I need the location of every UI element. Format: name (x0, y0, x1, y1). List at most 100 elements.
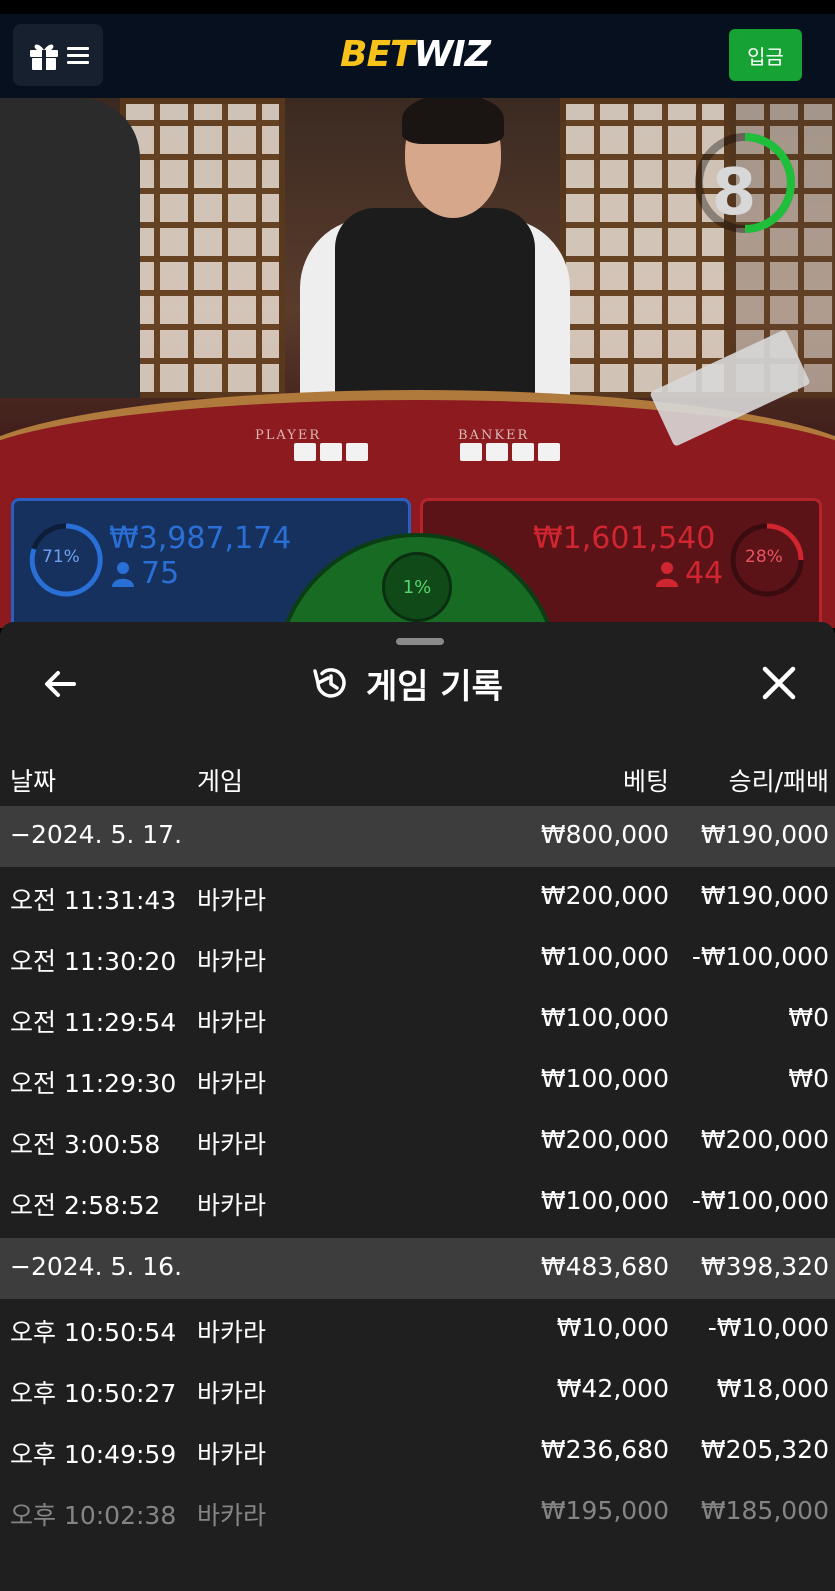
card (538, 443, 560, 461)
time-cell: 오전 11:31:43 (10, 886, 177, 915)
lattice-screen-left (120, 98, 285, 398)
date-group-row[interactable]: −2024. 5. 17. ₩800,000 ₩190,000 (0, 806, 835, 867)
deposit-button[interactable]: 입금 (729, 29, 802, 81)
time-cell: 오전 11:29:30 (10, 1069, 177, 1098)
bet-cell: ₩10,000 (556, 1313, 669, 1342)
bet-cell: ₩100,000 (540, 1064, 669, 1093)
game-cell: 바카라 (197, 1318, 267, 1347)
dealer-vest (335, 208, 535, 418)
game-cell: 바카라 (197, 947, 267, 976)
result-cell: -₩100,000 (691, 942, 829, 971)
history-row[interactable]: 오후 10:50:27 바카라 ₩42,000 ₩18,000 (0, 1360, 835, 1421)
time-cell: 오후 10:50:27 (10, 1379, 177, 1408)
history-row[interactable]: 오전 11:30:20 바카라 ₩100,000 -₩100,000 (0, 928, 835, 989)
user-icon (656, 561, 678, 587)
player-bettor-count: 75 (141, 556, 180, 591)
column-header-game: 게임 (197, 767, 244, 796)
history-row[interactable]: 오후 10:02:38 바카라 ₩195,000 ₩185,000 (0, 1482, 835, 1543)
gift-icon (27, 38, 61, 72)
game-cell: 바카라 (197, 886, 267, 915)
menu-button[interactable] (13, 24, 103, 86)
player-bet-amount: ₩3,987,174 (109, 521, 292, 556)
dealer-hair (402, 98, 504, 144)
player-bettor-count-wrap: 75 (111, 556, 179, 591)
side-person (0, 98, 140, 398)
result-cell: ₩398,320 (700, 1252, 829, 1281)
result-cell: ₩185,000 (700, 1496, 829, 1525)
bet-cell: ₩100,000 (540, 1186, 669, 1215)
time-cell: 오전 3:00:58 (10, 1130, 161, 1159)
history-row[interactable]: 오후 10:50:54 바카라 ₩10,000 -₩10,000 (0, 1299, 835, 1360)
time-cell: 오후 10:02:38 (10, 1501, 177, 1530)
history-row[interactable]: 오전 11:29:54 바카라 ₩100,000 ₩0 (0, 989, 835, 1050)
result-cell: ₩0 (788, 1064, 829, 1093)
history-list: −2024. 5. 17. ₩800,000 ₩190,000 오전 11:31:43… (0, 806, 835, 1543)
date-group-row[interactable]: −2024. 5. 16. ₩483,680 ₩398,320 (0, 1238, 835, 1299)
game-cell: 바카라 (197, 1379, 267, 1408)
sheet-drag-handle[interactable] (396, 638, 444, 645)
bet-cell: ₩42,000 (556, 1374, 669, 1403)
bet-cell: ₩483,680 (540, 1252, 669, 1281)
bet-cell: ₩800,000 (540, 820, 669, 849)
history-row[interactable]: 오전 2:58:52 바카라 ₩100,000 -₩100,000 (0, 1172, 835, 1233)
player-percent: 71% (42, 547, 80, 567)
history-row[interactable]: 오전 3:00:58 바카라 ₩200,000 ₩200,000 (0, 1111, 835, 1172)
bet-cell: ₩200,000 (540, 1125, 669, 1154)
column-header-result: 승리/패배 (728, 767, 829, 796)
banker-bettor-count: 44 (685, 556, 724, 591)
bet-cell: ₩236,680 (540, 1435, 669, 1464)
back-arrow-icon[interactable] (40, 664, 80, 704)
banker-percent: 28% (745, 547, 783, 567)
status-bar (0, 0, 835, 14)
time-cell: 오전 11:30:20 (10, 947, 177, 976)
bet-cell: ₩100,000 (540, 1003, 669, 1032)
card (346, 443, 368, 461)
result-cell: ₩190,000 (700, 881, 829, 910)
user-icon (112, 561, 134, 587)
game-cell: 바카라 (197, 1440, 267, 1469)
date-label: −2024. 5. 16. (10, 1252, 183, 1281)
history-row[interactable]: 오전 11:29:30 바카라 ₩100,000 ₩0 (0, 1050, 835, 1111)
bet-cell: ₩195,000 (540, 1496, 669, 1525)
bet-cell: ₩100,000 (540, 942, 669, 971)
bet-cell: ₩200,000 (540, 881, 669, 910)
card (512, 443, 534, 461)
result-cell: -₩100,000 (691, 1186, 829, 1215)
card (486, 443, 508, 461)
history-row[interactable]: 오전 11:31:43 바카라 ₩200,000 ₩190,000 (0, 867, 835, 928)
close-icon[interactable] (760, 664, 798, 702)
result-cell: ₩205,320 (700, 1435, 829, 1464)
top-bar: BETWIZ 입금 (0, 14, 835, 98)
result-cell: ₩190,000 (700, 820, 829, 849)
game-cell: 바카라 (197, 1191, 267, 1220)
card (294, 443, 316, 461)
sheet-header: 게임 기록 (310, 658, 503, 708)
game-cell: 바카라 (197, 1069, 267, 1098)
page-title: 게임 기록 (366, 666, 503, 707)
game-cell: 바카라 (197, 1501, 267, 1530)
result-cell: ₩18,000 (716, 1374, 829, 1403)
history-row[interactable]: 오후 10:49:59 바카라 ₩236,680 ₩205,320 (0, 1421, 835, 1482)
time-cell: 오후 10:50:54 (10, 1318, 177, 1347)
column-header-date: 날짜 (10, 767, 57, 796)
card (320, 443, 342, 461)
banker-felt-label: BANKER (458, 428, 530, 443)
card (460, 443, 482, 461)
tie-percent: 1% (382, 552, 452, 622)
banker-bet-amount: ₩1,601,540 (533, 521, 716, 556)
history-icon (313, 668, 346, 698)
time-cell: 오전 2:58:52 (10, 1191, 161, 1220)
column-header-bet: 베팅 (622, 767, 669, 796)
game-cell: 바카라 (197, 1008, 267, 1037)
time-cell: 오후 10:49:59 (10, 1440, 177, 1469)
countdown-number: 8 (711, 156, 757, 230)
result-cell: ₩0 (788, 1003, 829, 1032)
result-cell: -₩10,000 (707, 1313, 829, 1342)
banker-bettor-count-wrap: 44 (655, 556, 723, 591)
player-felt-label: PLAYER (255, 428, 322, 443)
betwiz-logo[interactable]: BETWIZ (340, 34, 491, 75)
game-cell: 바카라 (197, 1130, 267, 1159)
hamburger-icon (67, 45, 89, 65)
result-cell: ₩200,000 (700, 1125, 829, 1154)
game-history-sheet: 게임 기록 날짜 게임 베팅 승리/패배 −2024. 5. 17. ₩800,0… (0, 622, 835, 1591)
